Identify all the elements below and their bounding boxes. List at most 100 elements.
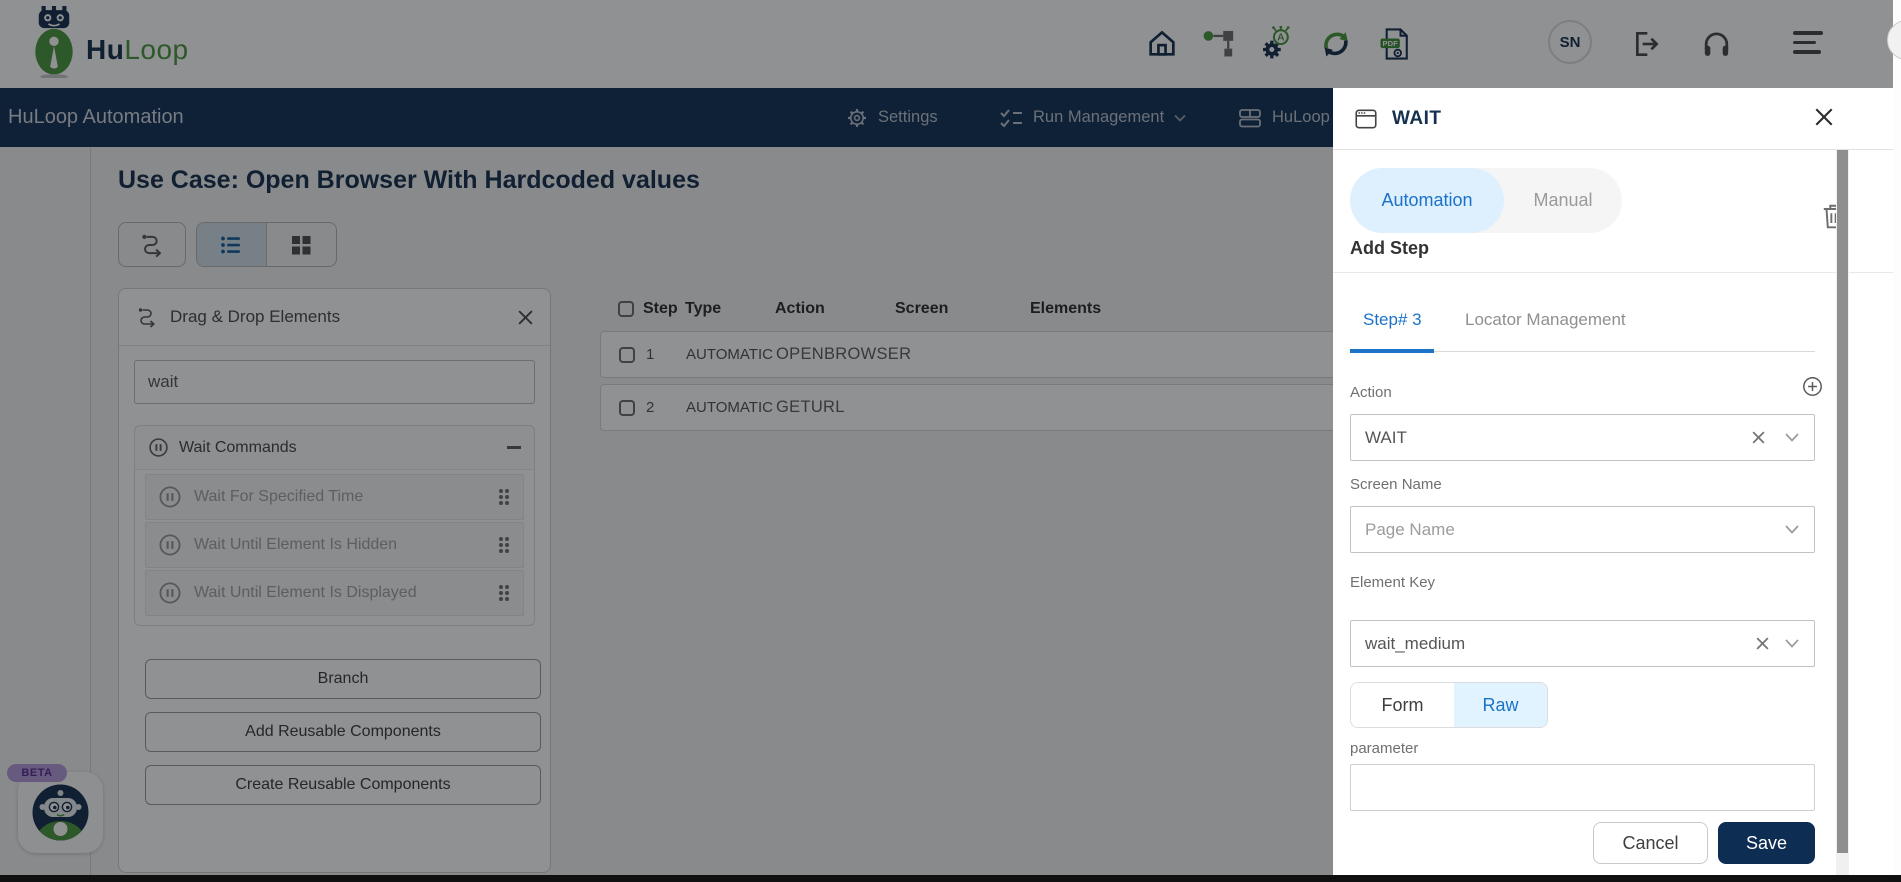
workflow-icon[interactable] bbox=[1202, 26, 1236, 60]
element-key-value: wait_medium bbox=[1365, 634, 1465, 654]
column-header-step: Step bbox=[643, 295, 678, 323]
drag-drop-header: Drag & Drop Elements bbox=[119, 289, 550, 346]
page-scroll-gutter[interactable] bbox=[1893, 0, 1901, 882]
screen-name-select[interactable]: Page Name bbox=[1350, 506, 1815, 553]
tab-locator-management[interactable]: Locator Management bbox=[1465, 310, 1626, 330]
screen-name-placeholder: Page Name bbox=[1365, 520, 1455, 540]
collapse-minus-icon[interactable] bbox=[507, 446, 521, 449]
list-view-button[interactable] bbox=[197, 223, 267, 266]
drag-handle-icon[interactable] bbox=[497, 487, 511, 507]
tab-automation[interactable]: Automation bbox=[1350, 168, 1504, 233]
select-all-checkbox[interactable] bbox=[618, 295, 634, 323]
assistant-widget[interactable] bbox=[18, 772, 103, 853]
headset-icon[interactable] bbox=[1700, 27, 1734, 61]
row-checkbox[interactable] bbox=[619, 385, 635, 430]
wait-commands-title: Wait Commands bbox=[179, 439, 297, 457]
sync-icon[interactable] bbox=[1318, 26, 1352, 60]
menu-icon[interactable] bbox=[1793, 31, 1825, 60]
flow-icon bbox=[138, 231, 166, 259]
window-icon bbox=[1353, 106, 1379, 132]
chevron-down-icon[interactable] bbox=[1784, 638, 1800, 649]
tab-manual[interactable]: Manual bbox=[1504, 168, 1622, 233]
action-select[interactable]: WAIT bbox=[1350, 414, 1815, 461]
drag-drop-title: Drag & Drop Elements bbox=[170, 307, 340, 327]
row-checkbox[interactable] bbox=[619, 332, 635, 377]
pdf-document-icon[interactable]: PDF bbox=[1377, 26, 1411, 60]
view-toggle bbox=[196, 222, 337, 267]
user-avatar[interactable]: SN bbox=[1548, 20, 1592, 64]
robot-avatar-icon bbox=[32, 784, 89, 841]
element-key-select[interactable]: wait_medium bbox=[1350, 620, 1815, 667]
screen-name-label: Screen Name bbox=[1350, 476, 1442, 493]
bottom-border bbox=[0, 875, 1901, 882]
add-step-heading: Add Step bbox=[1350, 238, 1429, 259]
chevron-down-icon[interactable] bbox=[1784, 432, 1800, 443]
create-reusable-components-button[interactable]: Create Reusable Components bbox=[145, 765, 541, 805]
grid-view-button[interactable] bbox=[267, 223, 337, 266]
drag-handle-icon[interactable] bbox=[497, 535, 511, 555]
branch-button[interactable]: Branch bbox=[145, 659, 541, 699]
drag-handle-icon[interactable] bbox=[497, 583, 511, 603]
cancel-button[interactable]: Cancel bbox=[1593, 822, 1708, 864]
list-view-icon bbox=[218, 233, 244, 257]
huloop-logo[interactable]: HuLoop bbox=[26, 6, 186, 82]
nav-huloop[interactable]: HuLoop bbox=[1237, 88, 1330, 147]
wait-commands-items: Wait For Specified Time Wait Until Eleme… bbox=[135, 470, 534, 625]
add-screen-icon[interactable] bbox=[1802, 376, 1823, 397]
form-raw-toggle: Form Raw bbox=[1350, 682, 1548, 728]
panel-scrollbar[interactable] bbox=[1836, 150, 1849, 876]
huloop-logo-text: HuLoop bbox=[86, 34, 189, 66]
wait-step-panel: WAIT Automation Manual Add Step Step# 3 … bbox=[1333, 88, 1893, 876]
action-label: Action bbox=[1350, 384, 1392, 401]
tab-step[interactable]: Step# 3 bbox=[1363, 310, 1422, 330]
add-reusable-components-button[interactable]: Add Reusable Components bbox=[145, 712, 541, 752]
nav-run-management[interactable]: Run Management bbox=[998, 88, 1187, 147]
list-item[interactable]: Wait Until Element Is Displayed bbox=[145, 570, 524, 616]
page-title: Use Case: Open Browser With Hardcoded va… bbox=[118, 166, 700, 195]
wait-commands-header[interactable]: Wait Commands bbox=[135, 426, 534, 470]
top-header: HuLoop bbox=[0, 0, 1893, 88]
ai-automation-icon[interactable]: A bbox=[1258, 26, 1292, 60]
home-icon[interactable] bbox=[1145, 26, 1179, 60]
parameter-input[interactable] bbox=[1350, 764, 1815, 811]
chevron-down-icon[interactable] bbox=[1784, 524, 1800, 535]
tab-active-indicator bbox=[1350, 349, 1434, 353]
row-type: AUTOMATIC bbox=[686, 332, 773, 377]
row-action: GETURL bbox=[776, 385, 845, 430]
clear-icon[interactable] bbox=[1755, 636, 1770, 651]
panel-header: WAIT bbox=[1333, 88, 1893, 150]
panel-close-icon[interactable] bbox=[1813, 106, 1835, 128]
app-screen: HuLoop bbox=[0, 0, 1901, 882]
pause-icon bbox=[158, 533, 182, 557]
logout-icon[interactable] bbox=[1630, 28, 1664, 62]
nav-run-management-label: Run Management bbox=[1033, 108, 1164, 127]
row-step: 1 bbox=[646, 332, 654, 377]
list-item-label: Wait Until Element Is Displayed bbox=[194, 584, 417, 602]
row-action: OPENBROWSER bbox=[776, 332, 911, 377]
list-item[interactable]: Wait Until Element Is Hidden bbox=[145, 522, 524, 568]
clear-icon[interactable] bbox=[1751, 430, 1766, 445]
save-button[interactable]: Save bbox=[1718, 822, 1815, 864]
nav-settings-label: Settings bbox=[878, 108, 938, 127]
content-left-divider bbox=[90, 147, 91, 876]
element-search-input[interactable] bbox=[134, 360, 535, 404]
run-management-icon bbox=[998, 106, 1024, 130]
drag-drop-close-icon[interactable] bbox=[517, 309, 534, 326]
parameter-label: parameter bbox=[1350, 740, 1418, 757]
svg-text:PDF: PDF bbox=[1383, 39, 1399, 48]
toggle-raw[interactable]: Raw bbox=[1454, 683, 1547, 727]
nav-settings[interactable]: Settings bbox=[845, 88, 938, 147]
action-value: WAIT bbox=[1365, 428, 1407, 448]
drag-drop-panel: Drag & Drop Elements Wait Commands Wait bbox=[118, 288, 551, 873]
flow-view-button[interactable] bbox=[118, 222, 186, 267]
mode-toggle: Automation Manual bbox=[1350, 168, 1622, 233]
scrollbar-thumb[interactable] bbox=[1837, 150, 1848, 853]
pause-icon bbox=[158, 485, 182, 509]
pause-icon bbox=[158, 581, 182, 605]
list-item[interactable]: Wait For Specified Time bbox=[145, 474, 524, 520]
wait-commands-group: Wait Commands Wait For Specified Time bbox=[134, 425, 535, 626]
flow-icon bbox=[135, 305, 159, 329]
panel-title: WAIT bbox=[1392, 108, 1442, 130]
toggle-form[interactable]: Form bbox=[1351, 683, 1454, 727]
grid-view-icon bbox=[289, 233, 313, 257]
